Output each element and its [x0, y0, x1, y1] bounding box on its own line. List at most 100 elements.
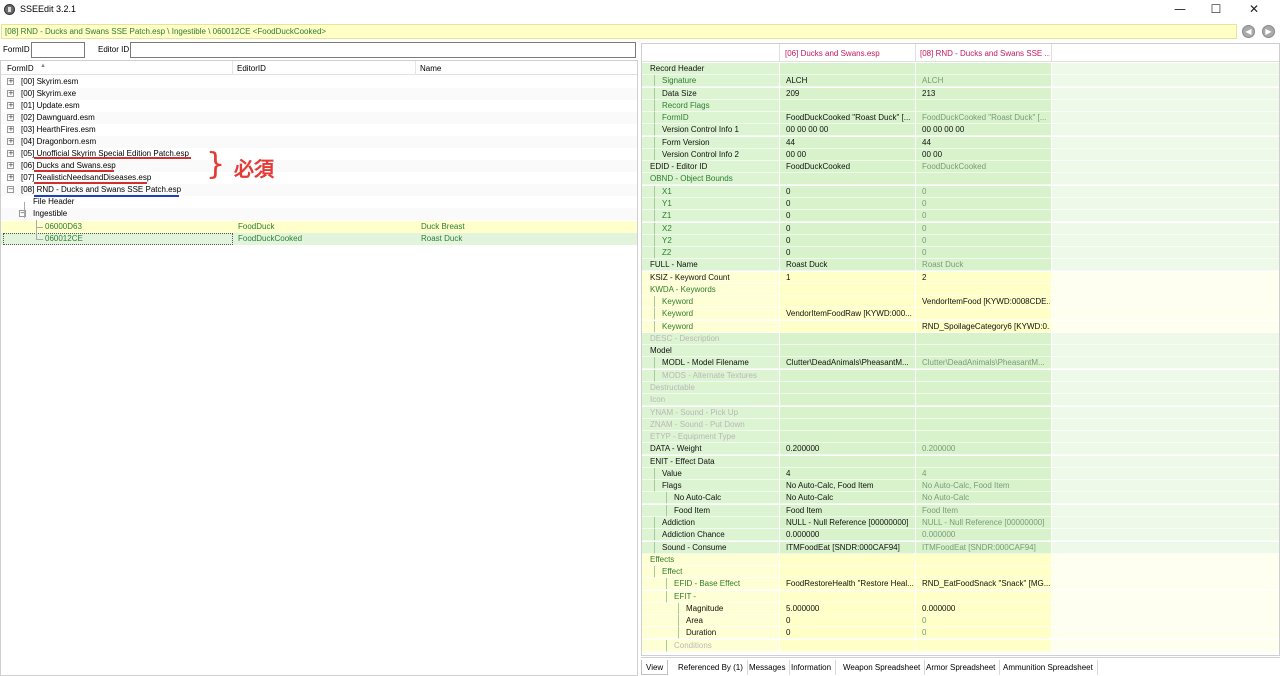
compare-row[interactable]: No Auto-Calc No Auto-Calc No Auto-Calc — [642, 492, 1279, 505]
tree-row[interactable]: − Ingestible — [1, 208, 637, 220]
compare-row[interactable]: Conditions — [642, 639, 1279, 652]
compare-field-name: ENIT - Effect Data — [650, 456, 715, 466]
compare-field-name: Food Item — [674, 505, 711, 515]
formid-filter-input[interactable] — [31, 42, 85, 58]
compare-row[interactable]: Area 0 0 — [642, 615, 1279, 628]
compare-row[interactable]: Destructable — [642, 382, 1279, 395]
compare-row[interactable]: OBND - Object Bounds — [642, 173, 1279, 186]
column-editorid[interactable]: EditorID — [237, 64, 266, 73]
compare-row[interactable]: MODL - Model Filename Clutter\DeadAnimals… — [642, 357, 1279, 370]
tree-row[interactable]: 06000D63 FoodDuck Duck Breast — [1, 221, 637, 233]
expand-icon[interactable]: + — [7, 126, 14, 133]
compare-row[interactable]: KWDA - Keywords — [642, 283, 1279, 296]
tab-information[interactable]: Information — [787, 660, 837, 675]
forward-icon[interactable]: ▶ — [1262, 25, 1275, 38]
tab-ammunition-spreadsheet[interactable]: Ammunition Spreadsheet — [999, 660, 1098, 675]
compare-row[interactable]: Y2 0 0 — [642, 234, 1279, 247]
compare-row[interactable]: Duration 0 0 — [642, 627, 1279, 640]
compare-row[interactable]: Effects — [642, 553, 1279, 566]
collapse-icon[interactable]: − — [7, 186, 14, 193]
tree-row[interactable]: + [01] Update.esm — [1, 100, 637, 112]
column-name[interactable]: Name — [420, 64, 441, 73]
tree-row[interactable]: + [02] Dawnguard.esm — [1, 112, 637, 124]
compare-row[interactable]: Z1 0 0 — [642, 210, 1279, 223]
compare-row[interactable]: Y1 0 0 — [642, 197, 1279, 210]
expand-icon[interactable]: + — [7, 138, 14, 145]
compare-row[interactable]: EFIT - — [642, 590, 1279, 603]
compare-value-text: 0.000000 — [786, 530, 820, 540]
compare-row[interactable]: Form Version 44 44 — [642, 136, 1279, 149]
compare-row[interactable]: Value 4 4 — [642, 467, 1279, 480]
compare-row[interactable]: Signature ALCH ALCH — [642, 75, 1279, 88]
compare-field-name: KWDA - Keywords — [650, 284, 716, 294]
compare-row[interactable]: EFID - Base Effect FoodRestoreHealth "Res… — [642, 578, 1279, 591]
compare-row[interactable]: X1 0 0 — [642, 185, 1279, 198]
compare-row[interactable]: FULL - Name Roast Duck Roast Duck — [642, 259, 1279, 272]
compare-row[interactable]: DESC - Description — [642, 332, 1279, 345]
record-tree-pane[interactable]: FormID ▲ EditorID Name + [00] Skyrim.esm… — [0, 60, 638, 676]
compare-row[interactable]: MODS - Alternate Textures — [642, 369, 1279, 382]
tab-referenced-by[interactable]: Referenced By (1) — [674, 660, 748, 675]
expand-icon[interactable]: + — [7, 114, 14, 121]
expand-icon[interactable]: + — [7, 78, 14, 85]
compare-row[interactable]: YNAM - Sound - Pick Up — [642, 406, 1279, 419]
compare-row[interactable]: Version Control Info 1 00 00 00 00 00 00 0… — [642, 124, 1279, 137]
compare-value-text: 4 — [786, 468, 791, 478]
compare-row[interactable]: Magnitude 5.000000 0.000000 — [642, 602, 1279, 615]
record-compare-pane[interactable]: [06] Ducks and Swans.esp [08] RND - Duck… — [641, 43, 1280, 656]
compare-row[interactable]: KSIZ - Keyword Count 1 2 — [642, 271, 1279, 284]
tab-weapon-spreadsheet[interactable]: Weapon Spreadsheet — [839, 660, 926, 675]
compare-row[interactable]: Keyword VendorItemFoodRaw [KYWD:000... — [642, 308, 1279, 321]
tree-row[interactable]: + [03] HearthFires.esm — [1, 124, 637, 136]
compare-row[interactable]: Icon — [642, 394, 1279, 407]
compare-row[interactable]: ETYP - Equipment Type — [642, 431, 1279, 444]
column-formid[interactable]: FormID — [7, 64, 34, 73]
compare-row[interactable]: EDID - Editor ID FoodDuckCooked FoodDuckCo… — [642, 161, 1279, 174]
compare-field-name: Sound - Consume — [662, 542, 727, 552]
expand-icon[interactable]: + — [7, 90, 14, 97]
compare-row[interactable]: FormID FoodDuckCooked "Roast Duck" [... Fo… — [642, 112, 1279, 125]
compare-field-name: X2 — [662, 223, 672, 233]
tree-row[interactable]: File Header — [1, 196, 637, 208]
compare-row[interactable]: Keyword VendorItemFood [KYWD:0008CDE... — [642, 296, 1279, 309]
compare-row[interactable]: Effect — [642, 566, 1279, 579]
close-button[interactable]: ✕ — [1236, 1, 1272, 17]
compare-row[interactable]: Keyword RND_SpoilageCategory6 [KYWD:0... — [642, 320, 1279, 333]
compare-row[interactable]: Addiction NULL - Null Reference [00000000… — [642, 516, 1279, 529]
expand-icon[interactable]: + — [7, 174, 14, 181]
compare-field-name: Data Size — [662, 88, 697, 98]
tree-row[interactable]: + [00] Skyrim.exe — [1, 88, 637, 100]
expand-icon[interactable]: + — [7, 150, 14, 157]
expand-icon[interactable]: + — [7, 102, 14, 109]
compare-row[interactable]: Model — [642, 345, 1279, 358]
editorid-filter-input[interactable] — [130, 42, 636, 58]
compare-value-text: Clutter\DeadAnimals\PheasantM... — [786, 358, 909, 368]
compare-row[interactable]: Flags No Auto-Calc, Food Item No Auto-Calc… — [642, 480, 1279, 493]
compare-header-plugin-08[interactable]: [08] RND - Ducks and Swans SSE ... — [920, 49, 1050, 58]
compare-row[interactable]: Record Header — [642, 63, 1279, 75]
tab-view[interactable]: View — [641, 660, 669, 675]
required-text: 必須 — [234, 157, 274, 181]
tree-row[interactable]: + [00] Skyrim.esm — [1, 76, 637, 88]
expand-icon[interactable]: + — [7, 162, 14, 169]
minimize-button[interactable]: — — [1162, 1, 1198, 17]
tab-messages[interactable]: Messages — [745, 660, 791, 675]
compare-row[interactable]: Sound - Consume ITMFoodEat [SNDR:000CAF94… — [642, 541, 1279, 554]
back-icon[interactable]: ◀ — [1242, 25, 1255, 38]
maximize-button[interactable]: ☐ — [1198, 1, 1234, 17]
compare-row[interactable]: DATA - Weight 0.200000 0.200000 — [642, 443, 1279, 456]
tree-row-selected[interactable]: 060012CE FoodDuckCooked Roast Duck — [1, 233, 637, 245]
compare-row[interactable]: Data Size 209 213 — [642, 87, 1279, 100]
compare-row[interactable]: Addiction Chance 0.000000 0.000000 — [642, 529, 1279, 542]
compare-row[interactable]: Record Flags — [642, 99, 1279, 112]
compare-row[interactable]: Version Control Info 2 00 00 00 00 — [642, 148, 1279, 161]
tree-row[interactable]: + [04] Dragonborn.esm — [1, 136, 637, 148]
compare-row[interactable]: ENIT - Effect Data — [642, 455, 1279, 468]
compare-row[interactable]: ZNAM - Sound - Put Down — [642, 418, 1279, 431]
compare-row[interactable]: Z2 0 0 — [642, 247, 1279, 260]
compare-row[interactable]: X2 0 0 — [642, 222, 1279, 235]
tab-armor-spreadsheet[interactable]: Armor Spreadsheet — [922, 660, 1001, 675]
compare-row[interactable]: Food Item Food Item Food Item — [642, 504, 1279, 517]
compare-value-text: 2 — [922, 272, 927, 282]
compare-header-plugin-06[interactable]: [06] Ducks and Swans.esp — [785, 49, 880, 58]
